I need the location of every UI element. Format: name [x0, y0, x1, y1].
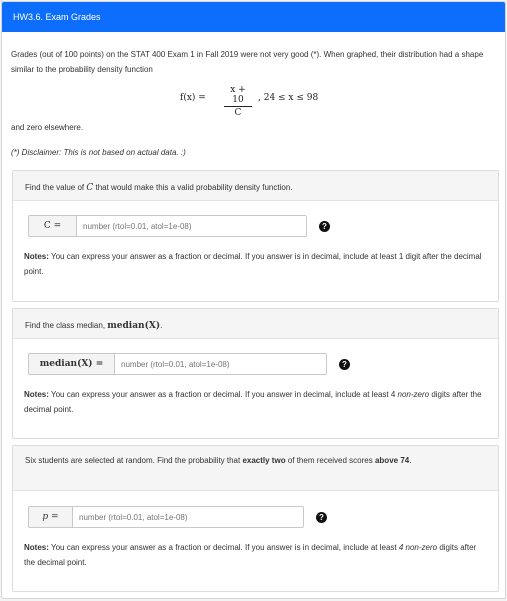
intro-text: Grades (out of 100 points) on the STAT 4… [11, 50, 484, 74]
formula-lhs: f(x) = [180, 93, 206, 103]
part-1: Find the value of C that would make this… [12, 170, 499, 302]
part-2-variable-label: median(X) = [28, 353, 114, 375]
part-2-prompt-math: median(X) [107, 321, 161, 331]
part-1-variable-label: C = [28, 215, 76, 237]
formula-fraction: x + 10 C [224, 85, 252, 118]
pdf-formula: f(x) = x + 10 C , 24 ≤ x ≤ 98 [180, 85, 350, 118]
part-1-prompt: Find the value of C that would make this… [13, 171, 498, 201]
part-2-answer-input[interactable] [114, 353, 327, 375]
part-1-answer-input[interactable] [76, 215, 307, 237]
question-title: HW3.6. Exam Grades [13, 12, 101, 22]
part-3-answer-row: p = ? [28, 506, 327, 528]
part-1-notes: Notes: You can express your answer as a … [24, 252, 482, 276]
part-3-variable-label: p = [28, 506, 72, 528]
formula-denominator: C [234, 108, 242, 118]
disclaimer-text: (*) Disclaimer: This is not based on act… [11, 148, 186, 157]
part-2-answer-row: median(X) = ? [28, 353, 350, 375]
part-2-notes: Notes: You can express your answer as a … [24, 390, 482, 414]
formula-range: , 24 ≤ x ≤ 98 [258, 93, 319, 103]
question-circle-icon[interactable]: ? [319, 220, 330, 232]
part-1-answer-row: C = ? [28, 215, 330, 237]
question-circle-icon[interactable]: ? [316, 511, 327, 523]
part-3: Six students are selected at random. Fin… [12, 445, 499, 592]
part-3-notes: Notes: You can express your answer as a … [24, 543, 477, 567]
part-3-prompt: Six students are selected at random. Fin… [13, 446, 498, 491]
part-2-prompt: Find the class median, median(X). [13, 309, 498, 339]
part-3-answer-input[interactable] [72, 506, 304, 528]
formula-numerator: x + 10 [224, 85, 252, 107]
question-header: HW3.6. Exam Grades [2, 2, 505, 32]
part-2: Find the class median, median(X). median… [12, 308, 499, 439]
question-circle-icon[interactable]: ? [339, 358, 350, 370]
zero-elsewhere-text: and zero elsewhere. [11, 123, 84, 132]
